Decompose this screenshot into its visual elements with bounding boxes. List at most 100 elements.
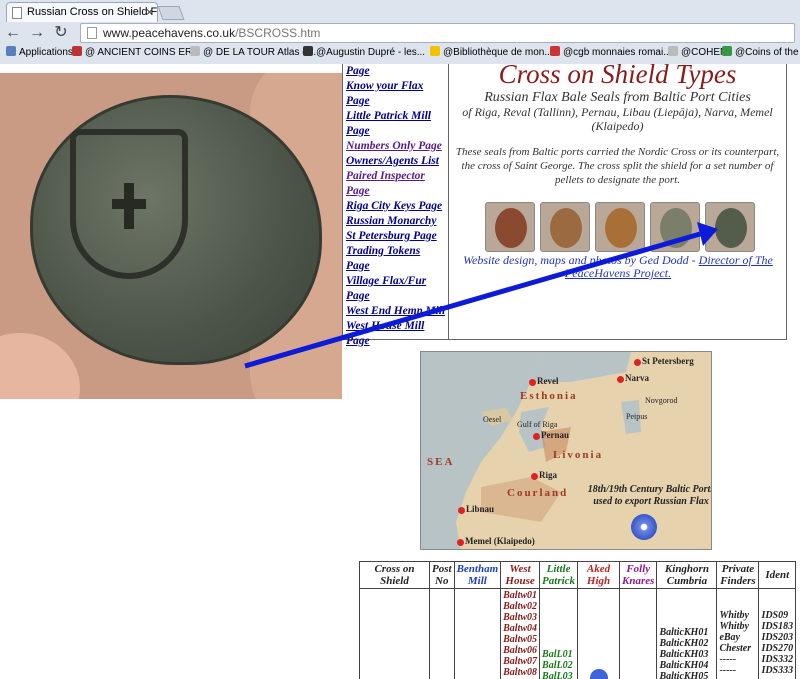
list-item: Baltw04 [503, 623, 538, 634]
port-dot-icon [617, 376, 624, 383]
map-place-label: Riga [539, 470, 557, 480]
bookmark-icon [430, 46, 440, 56]
list-item: Baltw02 [503, 601, 538, 612]
nav-link[interactable]: Paired Inspector Page [346, 169, 446, 199]
bookmark-icon [190, 46, 200, 56]
list-item: BalticKH02 [659, 638, 709, 649]
seal-image [605, 208, 637, 248]
seal-image [715, 208, 747, 248]
browser-tab[interactable]: Russian Cross on Shield Flax × [6, 2, 158, 22]
map-place-label: Revel [537, 376, 559, 386]
list-item: Baltw06 [503, 645, 538, 656]
page-title: Cross on Shield Types [498, 64, 737, 89]
flax-flower-icon [589, 669, 608, 679]
list-item: BalticKH05 [659, 671, 709, 679]
seal-index-table: Cross on Shield Post No Bentham Mill West H… [359, 561, 797, 679]
list-item: IDS332 [761, 653, 794, 665]
reload-icon[interactable]: ↻ [52, 23, 70, 43]
kinghorn-cell: BalticKH01 BalticKH02 BalticKH03 BalticKH04… [656, 588, 718, 679]
list-item: IDS333 [761, 664, 794, 676]
seal-thumbnail[interactable] [650, 202, 700, 252]
nav-link[interactable]: Know your Flax Page [346, 79, 446, 109]
nav-link[interactable]: West House Mill Page [346, 319, 446, 349]
nav-link[interactable]: Numbers Only Page [346, 139, 446, 154]
seal-thumbnail[interactable] [485, 202, 535, 252]
port-dot-icon [634, 359, 641, 366]
map-region-label: SEA [427, 456, 455, 468]
bookmark-item[interactable]: Applications [6, 46, 73, 58]
table-header-row: Cross on Shield Post No Bentham Mill West H… [359, 561, 797, 589]
page-favicon-icon [12, 7, 22, 19]
map-place-label: Libnau [466, 504, 495, 514]
map-place-label: Narva [625, 373, 649, 383]
bookmark-item[interactable]: @Coins of the UK [722, 46, 800, 58]
map-place-label: Memel (Klaipedo) [465, 536, 535, 546]
list-item: BalticKH04 [659, 660, 709, 671]
list-item: Baltw01 [503, 590, 538, 601]
bookmark-item[interactable]: @Augustin Dupré - les... [303, 46, 425, 58]
port-dot-icon [531, 473, 538, 480]
bookmark-icon [550, 46, 560, 56]
bookmark-label: @ ANCIENT COINS ER... [85, 47, 201, 58]
bookmark-label: Applications [19, 47, 73, 58]
map-place-label: St Petersberg [642, 356, 694, 366]
seal-thumbnail[interactable] [540, 202, 590, 252]
nav-link[interactable]: Page [346, 64, 446, 79]
list-item: Baltw03 [503, 612, 538, 623]
table-header-cell: Kinghorn Cumbria [656, 561, 718, 589]
tab-close-icon[interactable]: × [146, 5, 153, 19]
post-no-cell [429, 588, 455, 679]
bookmark-item[interactable]: @ DE LA TOUR Atlas d... [190, 46, 316, 58]
bookmark-item[interactable]: @cgb monnaies romai... [550, 46, 672, 58]
credit-line: Website design, maps and photos by Ged D… [453, 254, 783, 280]
page-icon [87, 27, 97, 39]
bentham-cell [453, 588, 502, 679]
table-header-cell: Folly Knares [619, 561, 658, 589]
credit-text: Website design, maps and photos by Ged D… [463, 253, 699, 267]
list-item: IDS183 [761, 620, 794, 632]
map-place-label: Pernau [541, 430, 569, 440]
table-row: Baltw01 Baltw02 Baltw03 Baltw04 Baltw05 Baltw… [359, 588, 797, 679]
seal-thumbnail[interactable] [595, 202, 645, 252]
list-item: Baltw05 [503, 634, 538, 645]
list-item: BalticKH03 [659, 649, 709, 660]
bookmark-item[interactable]: @COHEN [668, 46, 727, 58]
seal-thumbnail[interactable] [705, 202, 755, 252]
little-patrick-cell: BalL01 BalL02 BalL03 [539, 588, 579, 679]
nav-link[interactable]: Village Flax/Fur Page [346, 274, 446, 304]
bookmark-item[interactable]: @ ANCIENT COINS ER... [72, 46, 201, 58]
nav-link[interactable]: Trading Tokens Page [346, 244, 446, 274]
table-header-cell: Ident [758, 561, 797, 589]
address-bar[interactable]: www.peacehavens.co.uk/BSCROSS.htm [80, 23, 795, 43]
nav-link[interactable]: Little Patrick Mill Page [346, 109, 446, 139]
forward-arrow-icon[interactable]: → [28, 23, 46, 43]
bookmark-label: @COHEN [681, 47, 728, 58]
info-panel: Cross on Shield Types Russian Flax Bale … [449, 64, 787, 340]
back-arrow-icon[interactable]: ← [4, 23, 22, 43]
bookmark-icon [303, 46, 313, 56]
cross-emblem [112, 183, 146, 229]
table-header-cell: Little Patrick [539, 561, 579, 589]
table-header-cell: Bentham Mill [453, 561, 502, 589]
nav-link[interactable]: Riga City Keys Page [346, 199, 446, 214]
bookmark-item[interactable]: @Bibliothèque de mon... [430, 46, 553, 58]
seal-photo [0, 73, 342, 399]
folly-knares-cell [619, 588, 658, 679]
table-header-cell: Private Finders [716, 561, 760, 589]
seal-thumbnail-row [485, 202, 755, 252]
port-dot-icon [533, 433, 540, 440]
nav-link[interactable]: St Petersburg Page [346, 229, 446, 244]
list-item: BalticKH01 [659, 627, 709, 638]
nav-link[interactable]: Russian Monarchy [346, 214, 446, 229]
new-tab-button[interactable] [157, 6, 185, 20]
private-finders-cell: Whitby Whitby eBay Chester ----- ----- [716, 588, 760, 679]
map-region-label: Livonia [553, 449, 604, 461]
thumb-shape [0, 333, 80, 399]
nav-link[interactable]: Owners/Agents List [346, 154, 446, 169]
list-item: BalL01 [542, 649, 573, 660]
port-dot-icon [529, 379, 536, 386]
url-domain: www.peacehavens.co.uk [103, 26, 236, 40]
bookmarks-bar: Applications @ ANCIENT COINS ER... @ DE LA… [0, 44, 800, 62]
list-item: Whitby [719, 620, 749, 632]
nav-link[interactable]: West End Hemp Mill [346, 304, 446, 319]
